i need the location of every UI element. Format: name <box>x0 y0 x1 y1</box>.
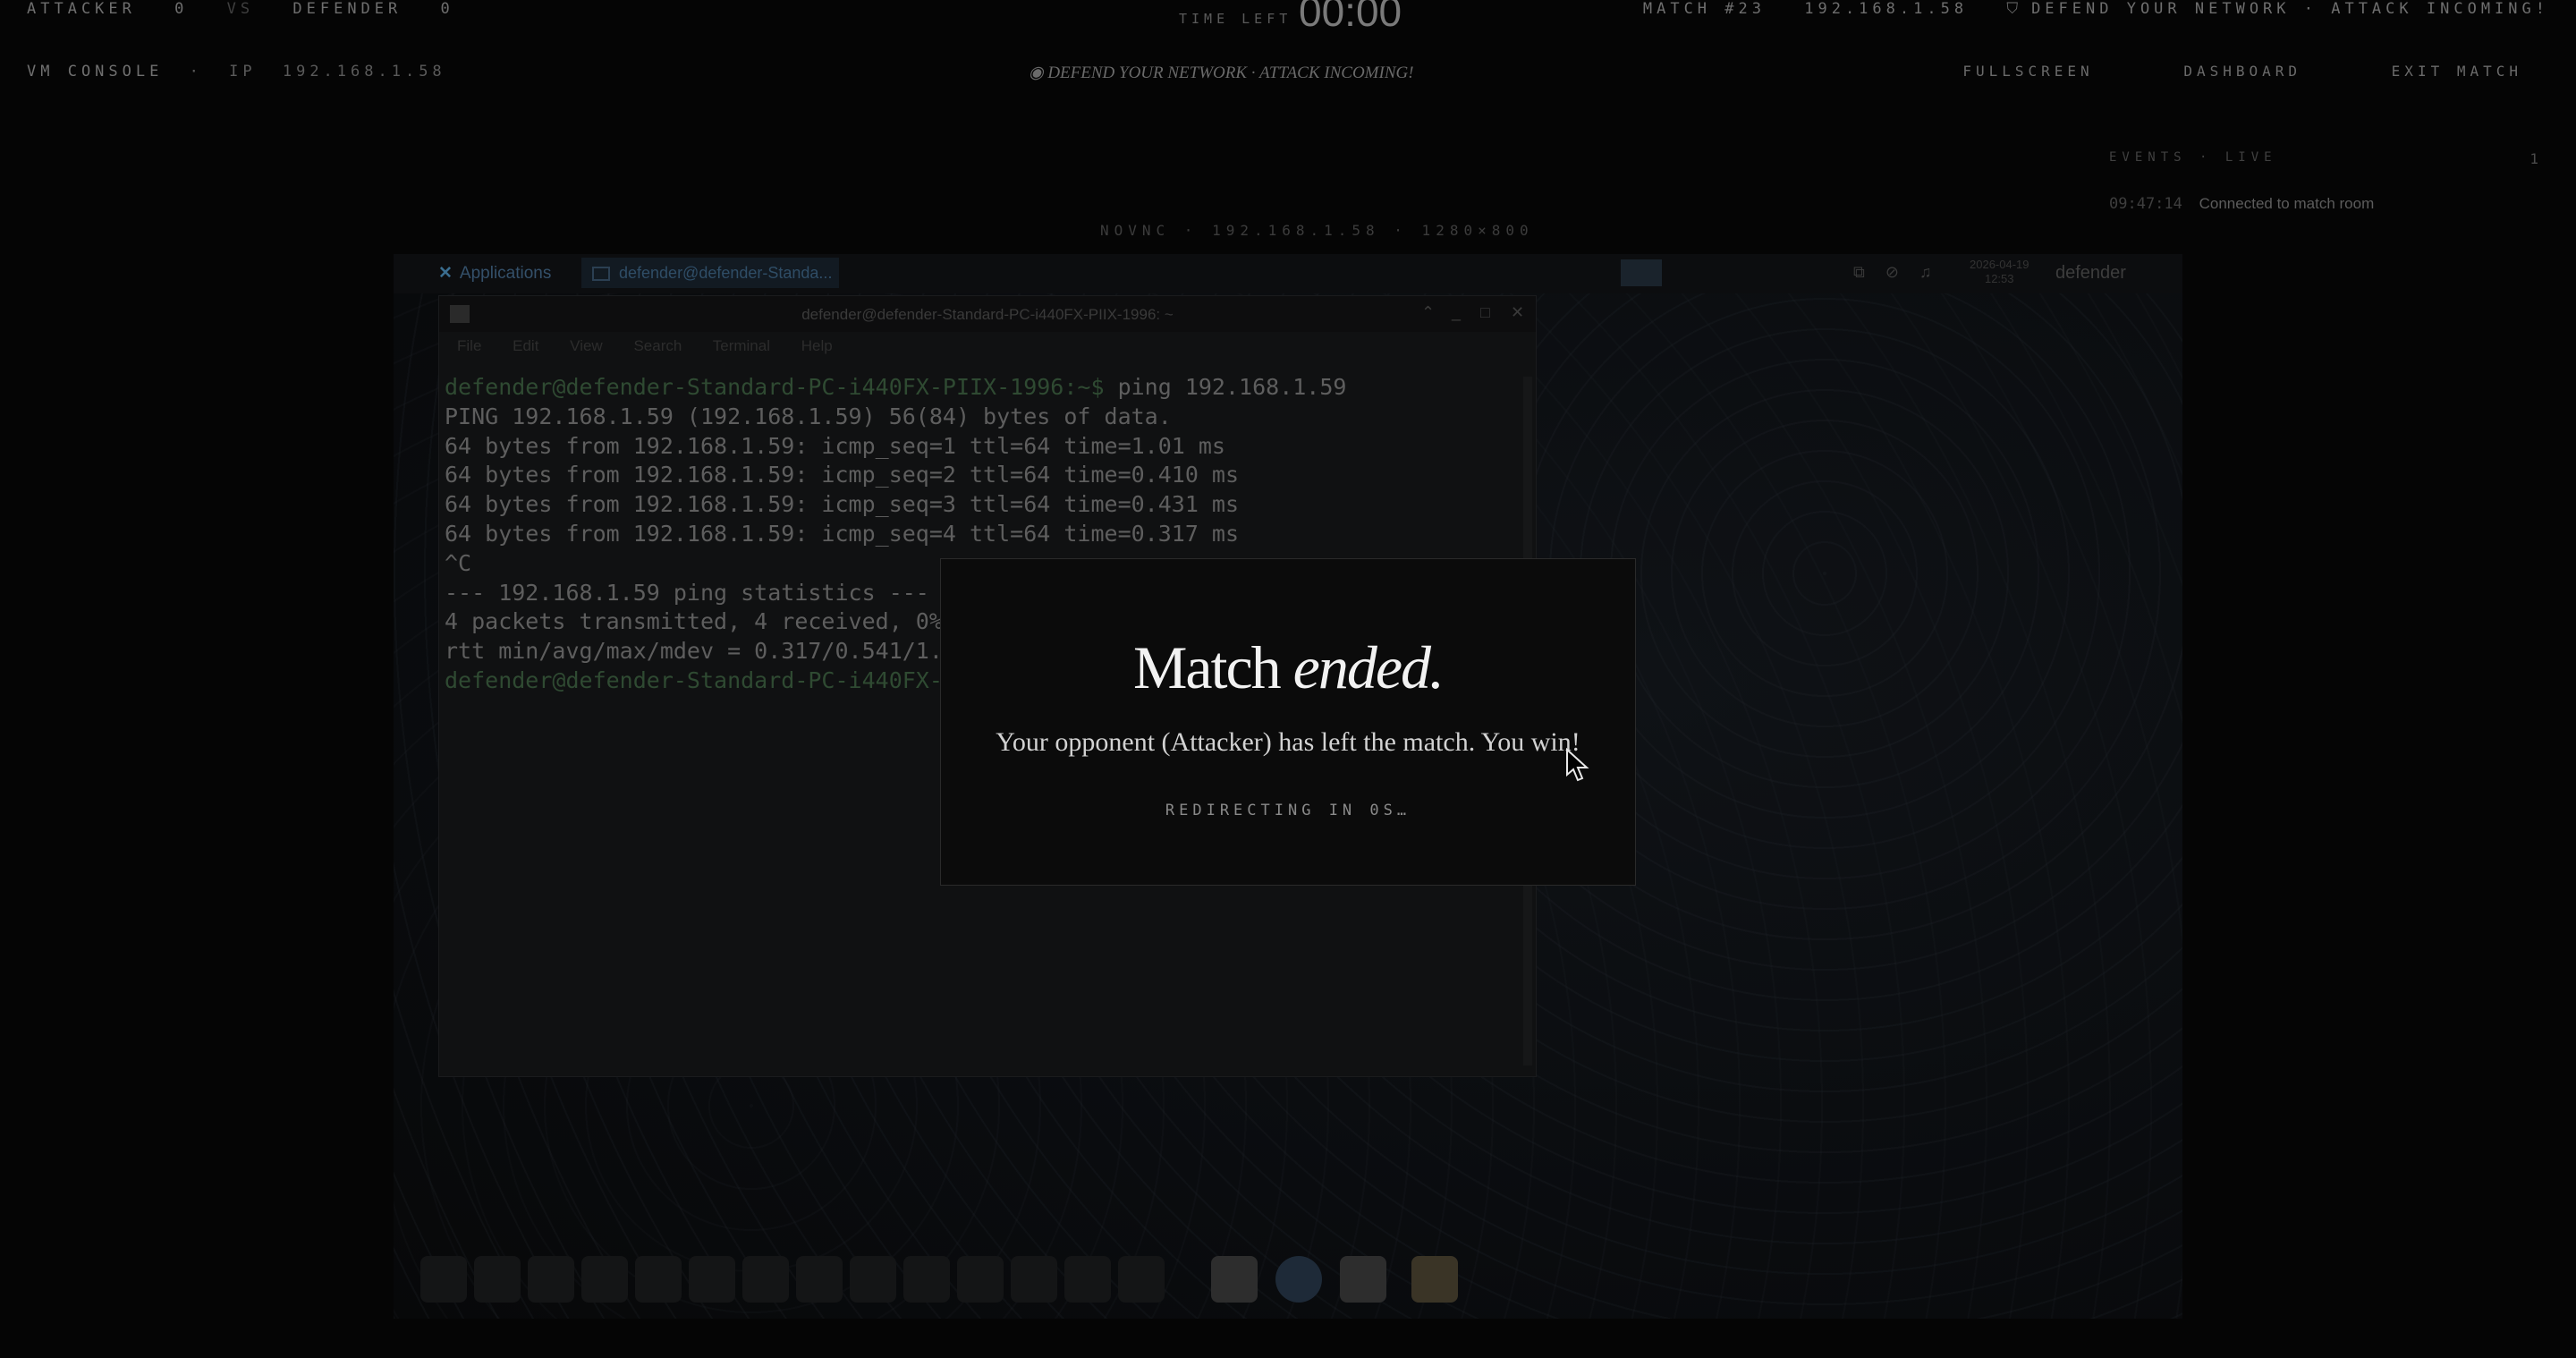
terminal-titlebar[interactable]: defender@defender-Standard-PC-i440FX-PII… <box>439 296 1536 332</box>
fullscreen-button[interactable]: FULLSCREEN <box>1962 63 2093 80</box>
dialog-title-italic: ended. <box>1292 633 1445 701</box>
events-count: 1 <box>2529 150 2538 167</box>
dock-app-icon[interactable] <box>957 1256 1004 1303</box>
vs-label: VS <box>226 0 255 18</box>
terminal-line: 64 bytes from 192.168.1.59: icmp_seq=1 t… <box>445 432 1225 459</box>
vm-console-label: VM CONSOLE · IP 192.168.1.58 <box>27 63 446 81</box>
terminal-prompt: defender@defender-Standard-PC-i440FX-PII… <box>445 374 1118 400</box>
dialog-title: Match ended. <box>941 632 1635 703</box>
dock-app-icon[interactable] <box>635 1256 682 1303</box>
console-ip-label: IP <box>229 63 257 81</box>
terminal-command: ping 192.168.1.59 <box>1117 374 1347 400</box>
menu-file[interactable]: File <box>457 337 481 354</box>
menu-search[interactable]: Search <box>633 337 682 354</box>
applications-menu[interactable]: ✕ Applications <box>438 263 551 284</box>
dock-app-icon[interactable] <box>689 1256 735 1303</box>
scoreboard: ATTACKER 0 VS DEFENDER 0 <box>27 0 479 18</box>
dock-app-icon[interactable] <box>474 1256 521 1303</box>
match-ip: 192.168.1.58 <box>1804 0 1969 18</box>
console-ip: 192.168.1.58 <box>282 63 446 81</box>
dock-app-icon[interactable] <box>1064 1256 1111 1303</box>
terminal-line: PING 192.168.1.59 (192.168.1.59) 56(84) … <box>445 403 1172 429</box>
event-text: Connected to match room <box>2199 195 2375 212</box>
network-icon[interactable]: ⧉ <box>1853 263 1865 281</box>
dock-folder-icon[interactable] <box>1411 1256 1458 1303</box>
xfce-icon: ✕ <box>438 264 453 283</box>
alert-text: DEFEND YOUR NETWORK · ATTACK INCOMING! <box>2031 0 2549 18</box>
attacker-label: ATTACKER <box>27 0 136 18</box>
close-icon[interactable]: ✕ <box>1511 303 1524 322</box>
terminal-prompt: defender@defender-Standard-PC-i440FX- <box>445 666 943 693</box>
vm-user[interactable]: defender <box>2055 263 2126 284</box>
defender-score: 0 <box>440 0 454 18</box>
console-actions: FULLSCREEN DASHBOARD EXIT MATCH <box>1885 63 2522 80</box>
terminal-title: defender@defender-Standard-PC-i440FX-PII… <box>801 306 1174 323</box>
time-left-label: TIME LEFT <box>1179 11 1292 27</box>
taskbar-label: defender@defender-Standa... <box>619 264 833 282</box>
vm-time: 12:53 <box>1984 272 2014 285</box>
system-tray: ⧉ ⊘ ♫ <box>1853 263 1947 282</box>
dialog-message: Your opponent (Attacker) has left the ma… <box>996 727 1580 757</box>
match-ended-dialog: Match ended. Your opponent (Attacker) ha… <box>940 558 1636 886</box>
dock-app-icon[interactable] <box>742 1256 789 1303</box>
terminal-menubar: File Edit View Search Terminal Help <box>439 332 1536 361</box>
events-panel: EVENTS · LIVE 1 09:47:14 Connected to ma… <box>2109 150 2538 213</box>
shield-icon: ⛉ <box>2006 0 2023 18</box>
bell-icon[interactable]: ♫ <box>1919 263 1932 281</box>
dock-browser-icon[interactable] <box>1275 1256 1322 1303</box>
event-row: 09:47:14 Connected to match room <box>2109 195 2538 213</box>
events-header: EVENTS · LIVE <box>2109 150 2277 165</box>
defender-label: DEFENDER <box>292 0 402 18</box>
workspace-switcher[interactable] <box>1621 259 1662 286</box>
mute-icon[interactable]: ⊘ <box>1885 263 1899 281</box>
dock-files-icon[interactable] <box>1211 1256 1258 1303</box>
match-info: MATCH #23 192.168.1.58 ⛉ DEFEND YOUR NETW… <box>1618 0 2549 18</box>
menu-view[interactable]: View <box>570 337 603 354</box>
dock-app-icon[interactable] <box>1011 1256 1057 1303</box>
dock-app-icon[interactable] <box>581 1256 628 1303</box>
terminal-icon <box>592 267 610 282</box>
menu-terminal[interactable]: Terminal <box>713 337 770 354</box>
vm-connection-status: NOVNC · 192.168.1.58 · 1280×800 <box>1100 222 1534 239</box>
alert-ticker: ◉ DEFEND YOUR NETWORK · ATTACK INCOMING! <box>1029 64 1414 82</box>
minimize-icon[interactable]: _ <box>1452 303 1461 322</box>
dock-app-icon[interactable] <box>903 1256 950 1303</box>
match-timer: 00:00 <box>1299 0 1402 35</box>
dock-app-icon[interactable] <box>1118 1256 1165 1303</box>
mouse-cursor-icon <box>1566 748 1589 782</box>
vm-date: 2026-04-19 <box>1970 258 2029 271</box>
taskbar-terminal[interactable]: defender@defender-Standa... <box>581 258 839 288</box>
dashboard-button[interactable]: DASHBOARD <box>2183 63 2301 80</box>
menu-help[interactable]: Help <box>801 337 833 354</box>
dock-app-icon[interactable] <box>796 1256 843 1303</box>
console-separator: · <box>189 63 203 81</box>
terminal-line-command: defender@defender-Standard-PC-i440FX-PII… <box>445 373 1509 403</box>
vm-clock[interactable]: 2026-04-19 12:53 <box>1970 258 2029 286</box>
vm-top-panel: ✕ Applications defender@defender-Standa..… <box>394 254 2182 293</box>
applications-label: Applications <box>459 264 552 283</box>
terminal-line: 64 bytes from 192.168.1.59: icmp_seq=3 t… <box>445 491 1240 518</box>
match-status-bar: ATTACKER 0 VS DEFENDER 0 TIME LEFT 00:00… <box>0 0 2576 35</box>
match-id: MATCH #23 <box>1642 0 1766 18</box>
maximize-icon[interactable]: □ <box>1480 303 1490 322</box>
redirect-countdown: REDIRECTING IN 0S… <box>1165 802 1411 819</box>
dock-app-icon[interactable] <box>850 1256 896 1303</box>
minimize-up-icon[interactable]: ⌃ <box>1421 303 1435 322</box>
vm-dock <box>402 1256 1476 1310</box>
dialog-title-plain: Match <box>1132 633 1293 701</box>
event-time: 09:47:14 <box>2109 195 2182 213</box>
exit-match-button[interactable]: EXIT MATCH <box>2392 63 2522 80</box>
attacker-score: 0 <box>174 0 189 18</box>
dock-app-icon[interactable] <box>420 1256 467 1303</box>
vm-console-title: VM CONSOLE <box>27 63 164 81</box>
console-nav: VM CONSOLE · IP 192.168.1.58 ◉ DEFEND YO… <box>0 63 2576 86</box>
dock-search-icon[interactable] <box>1340 1256 1386 1303</box>
dock-app-icon[interactable] <box>528 1256 574 1303</box>
menu-edit[interactable]: Edit <box>513 337 538 354</box>
terminal-line: 64 bytes from 192.168.1.59: icmp_seq=2 t… <box>445 462 1240 488</box>
terminal-line: 64 bytes from 192.168.1.59: icmp_seq=4 t… <box>445 520 1240 547</box>
